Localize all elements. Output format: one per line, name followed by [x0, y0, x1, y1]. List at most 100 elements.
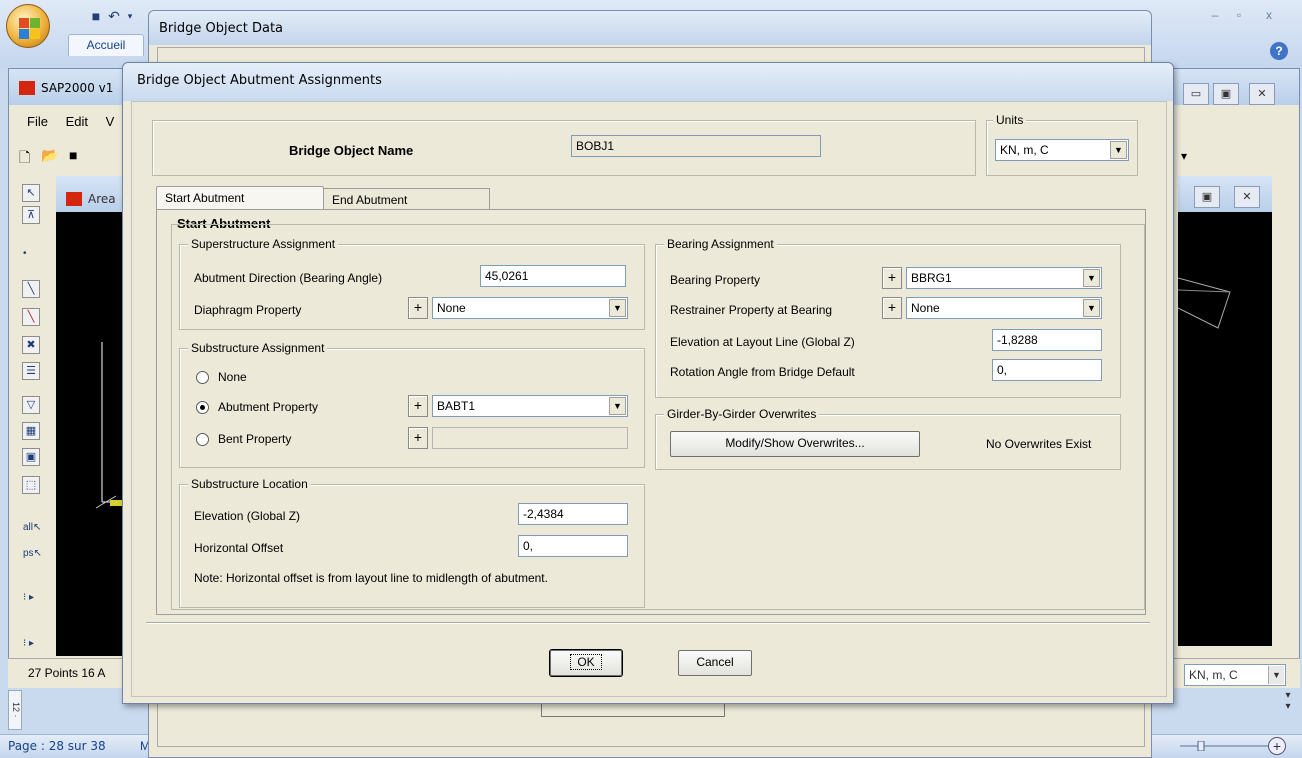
draw-brace-icon[interactable]: ✖: [22, 336, 40, 354]
chevron-down-icon[interactable]: ▼: [1268, 666, 1284, 684]
overwrites-group: Girder-By-Girder Overwrites Modify/Show …: [655, 407, 1121, 470]
units-label: Units: [993, 113, 1027, 127]
draw-joint-icon[interactable]: •: [23, 248, 27, 259]
rotation-angle-input[interactable]: 0,: [992, 359, 1102, 381]
toolbar-more-icon[interactable]: ⁝ ▸: [23, 592, 34, 603]
draw-rect-area-icon[interactable]: ▦: [22, 422, 40, 440]
draw-section-cut-icon[interactable]: ☰: [22, 362, 40, 380]
new-file-icon[interactable]: 🗋: [19, 147, 30, 169]
diaphragm-property-dropdown[interactable]: None ▼: [432, 297, 628, 319]
tab-accueil[interactable]: Accueil: [68, 34, 144, 56]
bridge-object-name-group: Bridge Object Name BOBJ1: [152, 120, 976, 176]
bridge-object-name-field[interactable]: BOBJ1: [571, 135, 821, 157]
chevron-down-icon[interactable]: ▼: [609, 299, 626, 317]
units-group: Units KN, m, C ▼: [986, 113, 1138, 176]
sap-minimize-icon[interactable]: ▭: [1183, 83, 1209, 105]
plus-icon[interactable]: +: [882, 267, 902, 289]
vertical-ruler: 12 ·: [8, 690, 22, 730]
draw-frame-icon[interactable]: ╲: [22, 280, 40, 298]
zoom-in-icon[interactable]: +: [1268, 737, 1286, 755]
cancel-button[interactable]: Cancel: [678, 650, 752, 676]
bridge-object-name-label: Bridge Object Name: [289, 143, 414, 158]
right-view-restore-icon[interactable]: ▣: [1194, 186, 1220, 208]
area-view-title: Area: [88, 192, 116, 206]
rotation-angle-label: Rotation Angle from Bridge Default: [670, 365, 855, 379]
bearing-property-value: BBRG1: [911, 271, 952, 285]
draw-solid-icon[interactable]: ⬚: [22, 476, 40, 494]
sap-units-dropdown[interactable]: KN, m, C ▼: [1184, 664, 1286, 686]
restrainer-property-dropdown[interactable]: None ▼: [906, 297, 1102, 319]
elevation-global-z-input[interactable]: -2,4384: [518, 503, 628, 525]
substructure-group: Substructure Assignment None Abutment Pr…: [179, 341, 645, 468]
page-indicator[interactable]: Page : 28 sur 38: [8, 739, 106, 753]
menu-edit[interactable]: Edit: [66, 114, 88, 129]
quick-draw-frame-icon[interactable]: ╲: [22, 308, 40, 326]
area-view-drawing: [95, 342, 122, 509]
status-points-text: 27 Points 16 A: [28, 666, 106, 680]
substructure-location-group: Substructure Location Elevation (Global …: [179, 477, 645, 608]
radio-none-label: None: [218, 370, 247, 384]
plus-icon[interactable]: +: [882, 297, 902, 319]
bearing-property-dropdown[interactable]: BBRG1 ▼: [906, 267, 1102, 289]
tab-start-abutment[interactable]: Start Abutment: [156, 186, 324, 210]
help-icon[interactable]: ?: [1270, 42, 1288, 60]
reshaper-icon[interactable]: ⊼: [22, 206, 40, 224]
qa-dropdown-icon[interactable]: ▾: [122, 8, 138, 24]
quick-draw-area-icon[interactable]: ▣: [22, 448, 40, 466]
ok-button[interactable]: OK: [550, 650, 622, 676]
units-dropdown[interactable]: KN, m, C ▼: [995, 139, 1129, 161]
overwrites-status: No Overwrites Exist: [986, 437, 1092, 451]
chevron-down-icon[interactable]: ▼: [1083, 299, 1100, 317]
start-abutment-panel: Start Abutment Superstructure Assignment…: [156, 209, 1146, 615]
radio-bent-property[interactable]: [196, 433, 209, 446]
bod-title-bar: [149, 11, 1151, 45]
abutment-direction-label: Abutment Direction (Bearing Angle): [194, 271, 383, 285]
right-view-close-icon[interactable]: ✕: [1234, 186, 1260, 208]
draw-poly-area-icon[interactable]: ▽: [22, 396, 40, 414]
scroll-arrows-icon[interactable]: ▾ ▾: [1278, 690, 1298, 732]
chevron-down-icon[interactable]: ▼: [1083, 269, 1100, 287]
modify-show-overwrites-button[interactable]: Modify/Show Overwrites...: [670, 431, 920, 457]
previous-select-icon[interactable]: ps↖: [23, 548, 42, 559]
sap-logo-icon: [19, 81, 35, 95]
sap-toolbar-dropdown-icon[interactable]: ▾: [1181, 149, 1187, 163]
horizontal-offset-note: Note: Horizontal offset is from layout l…: [194, 571, 548, 585]
horizontal-offset-input[interactable]: 0,: [518, 535, 628, 557]
sap-close-icon[interactable]: ✕: [1249, 83, 1275, 105]
office-button-icon[interactable]: [6, 4, 50, 48]
radio-bent-label: Bent Property: [218, 432, 292, 446]
plus-icon[interactable]: +: [408, 427, 428, 449]
menu-view[interactable]: V: [106, 114, 115, 129]
chevron-down-icon[interactable]: ▼: [609, 397, 626, 415]
sap-menu-bar: File Edit V: [27, 114, 128, 129]
minimize-icon[interactable]: –: [1204, 6, 1226, 24]
abutment-property-dropdown[interactable]: BABT1 ▼: [432, 395, 628, 417]
restrainer-property-value: None: [911, 301, 940, 315]
undo-icon[interactable]: ↶: [106, 8, 122, 24]
bearing-elevation-input[interactable]: -1,8288: [992, 329, 1102, 351]
pointer-icon[interactable]: ↖: [22, 184, 40, 202]
close-icon[interactable]: x: [1258, 6, 1280, 24]
maximize-icon[interactable]: ▫: [1228, 6, 1250, 24]
zoom-slider[interactable]: [1180, 741, 1270, 751]
plus-icon[interactable]: +: [408, 395, 428, 417]
bearing-assignment-group: Bearing Assignment Bearing Property + BB…: [655, 237, 1121, 398]
bearing-assignment-label: Bearing Assignment: [664, 237, 777, 251]
open-folder-icon[interactable]: 📂: [41, 147, 58, 169]
select-all-icon[interactable]: all↖: [23, 522, 41, 533]
radio-none[interactable]: [196, 371, 209, 384]
area-view-logo-icon: [66, 192, 82, 206]
save-disk-icon[interactable]: ■: [69, 147, 77, 169]
save-icon[interactable]: ■: [88, 8, 104, 24]
plus-icon[interactable]: +: [408, 297, 428, 319]
dialog-body: Bridge Object Name BOBJ1 Units KN, m, C …: [131, 101, 1167, 697]
tab-end-abutment[interactable]: End Abutment: [324, 188, 490, 210]
toolbar-more-icon-2[interactable]: ⁝ ▸: [23, 638, 34, 649]
right-view-canvas[interactable]: [1177, 212, 1272, 646]
sap-restore-icon[interactable]: ▣: [1213, 83, 1239, 105]
abutment-direction-input[interactable]: 45,0261: [480, 265, 626, 287]
bent-property-dropdown[interactable]: [432, 427, 628, 449]
chevron-down-icon[interactable]: ▼: [1110, 141, 1127, 159]
menu-file[interactable]: File: [27, 114, 48, 129]
radio-abutment-property[interactable]: [196, 401, 209, 414]
